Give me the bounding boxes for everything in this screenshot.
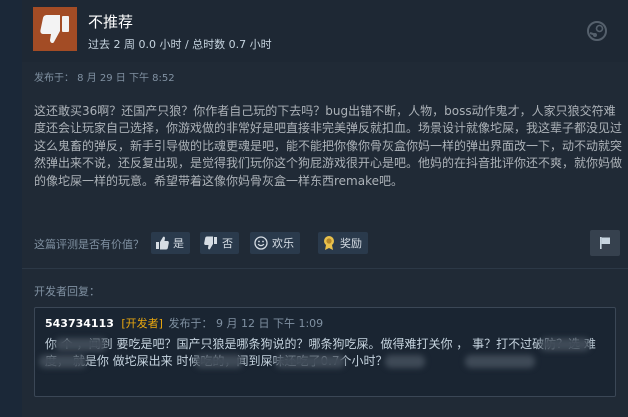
vote-funny-button[interactable]: 欢乐 [250, 232, 300, 254]
vote-funny-label: 欢乐 [272, 237, 294, 250]
posted-date: 发布于： 8 月 29 日 下午 8:52 [34, 73, 175, 84]
developer-response-header: 543734113 [开发者] 发布于： 9 月 12 日 下午 1:09 [45, 317, 323, 331]
review-text: 这还敢买36啊？还国产只狼？你作者自己玩的下去吗？bug出错不断，人物，boss… [34, 104, 623, 188]
award-button[interactable]: 奖励 [318, 232, 368, 254]
redaction-mark [39, 355, 87, 368]
redaction-mark [540, 338, 590, 351]
review-card: 不推荐 过去 2 周 0.0 小时 / 总时数 0.7 小时 发布于： 8 月 … [22, 0, 628, 417]
helpful-question: 这篇评测是否有价值？ [34, 238, 144, 251]
thumbs-down-icon [204, 236, 217, 250]
vote-no-label: 否 [222, 237, 233, 250]
award-label: 奖励 [340, 237, 362, 250]
redaction-mark [385, 355, 425, 368]
developer-badge: [开发者] [121, 317, 163, 330]
developer-response-date: 发布于： 9 月 12 日 下午 1:09 [168, 317, 324, 330]
helpful-row: 这篇评测是否有价值？ 是 否 欢乐 奖励 [34, 230, 620, 256]
developer-response-box: 543734113 [开发者] 发布于： 9 月 12 日 下午 1:09 你 … [34, 307, 616, 397]
award-icon [324, 236, 334, 250]
redaction-mark [275, 355, 345, 368]
redaction-mark [465, 355, 535, 368]
steam-logo-icon [587, 21, 607, 45]
redaction-mark [55, 338, 107, 351]
review-header: 不推荐 过去 2 周 0.0 小时 / 总时数 0.7 小时 [22, 0, 628, 62]
playtime-hours: 过去 2 周 0.0 小时 / 总时数 0.7 小时 [88, 38, 272, 51]
review-verdict: 不推荐 [88, 13, 134, 31]
smiley-icon [254, 236, 268, 250]
divider [22, 268, 628, 269]
developer-name: 543734113 [45, 317, 114, 330]
vote-no-button[interactable]: 否 [200, 232, 239, 254]
developer-response-label: 开发者回复： [34, 285, 100, 298]
flag-icon [600, 237, 610, 249]
vote-yes-label: 是 [173, 237, 184, 250]
thumbs-up-icon [156, 236, 169, 250]
redaction-mark [195, 355, 243, 368]
vote-yes-button[interactable]: 是 [151, 232, 190, 254]
report-flag-button[interactable] [590, 230, 620, 256]
thumbs-down-icon [33, 7, 77, 51]
